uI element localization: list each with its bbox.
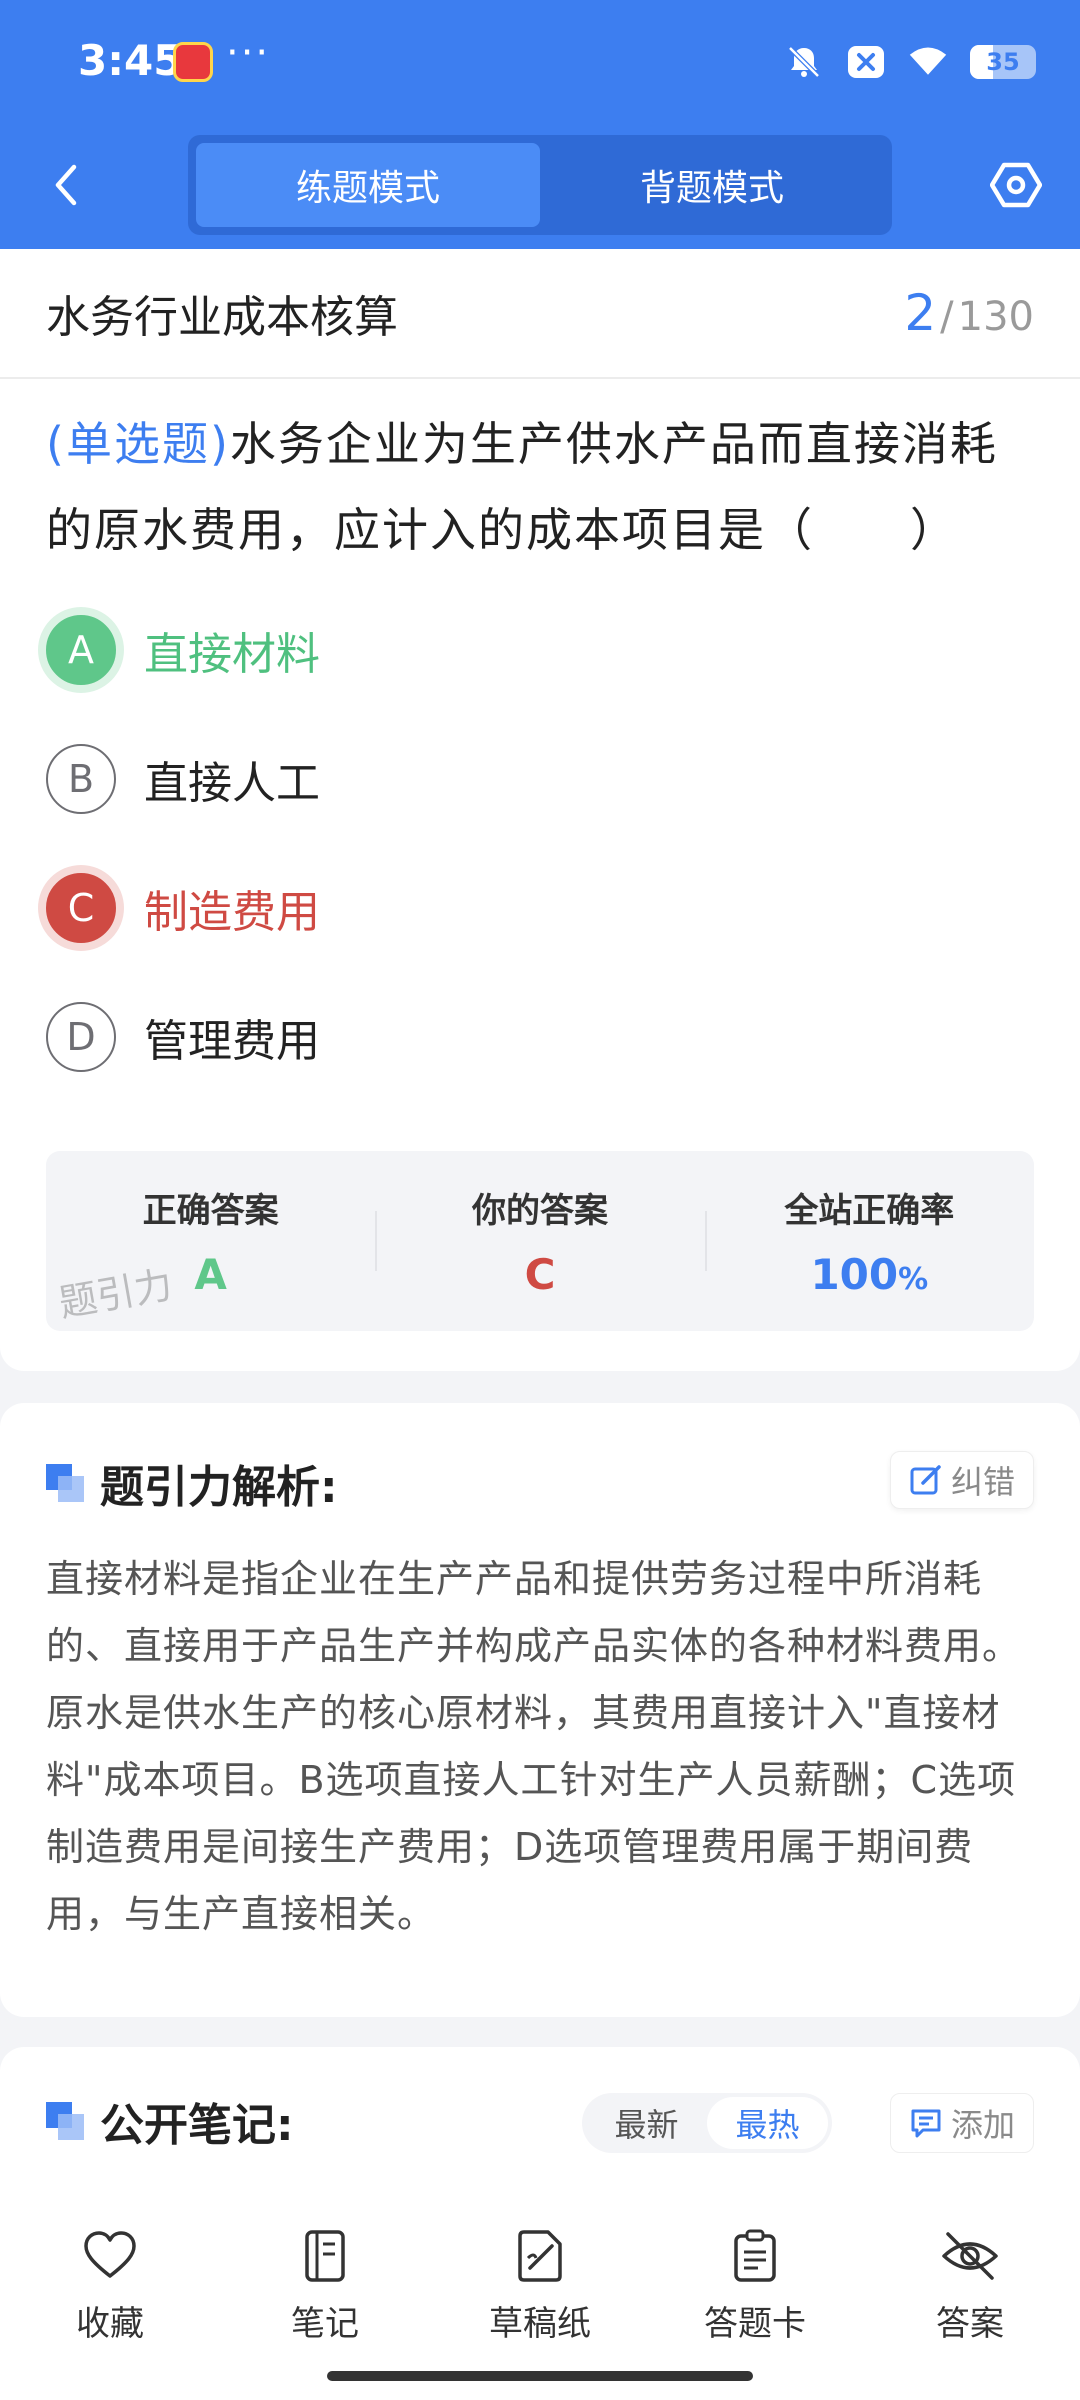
status-time: 3:45: [78, 36, 183, 85]
accuracy-unit: %: [898, 1262, 929, 1297]
add-note-button[interactable]: 添加: [889, 2093, 1034, 2153]
favorite-button[interactable]: 收藏: [30, 2190, 190, 2400]
nav-bar: 练题模式 背题模式: [0, 125, 1080, 249]
tab-practice-mode[interactable]: 练题模式: [196, 143, 540, 227]
your-answer-value: C: [524, 1250, 556, 1299]
question-category: 水务行业成本核算: [46, 292, 398, 343]
back-button[interactable]: [40, 155, 90, 215]
answer-sheet-icon: [725, 2226, 785, 2286]
question-separator: /: [940, 294, 954, 340]
sort-latest[interactable]: 最新: [586, 2097, 707, 2149]
notes-sort-switch: 最新 最热: [582, 2093, 832, 2153]
draft-paper-button[interactable]: 草稿纸: [460, 2190, 620, 2400]
option-d[interactable]: D 管理费用: [46, 972, 1034, 1101]
correct-answer-value: A: [194, 1250, 227, 1299]
analysis-title: 题引力解析:: [100, 1462, 338, 1513]
accuracy-stat: 全站正确率 100%: [704, 1151, 1034, 1331]
comment-icon: [911, 2109, 941, 2138]
battery-text: 35: [986, 48, 1020, 76]
question-text: (单选题)水务企业为生产供水产品而直接消耗的原水费用，应计入的成本项目是（ ）: [0, 379, 1080, 573]
show-answer-label: 答案: [936, 2304, 1004, 2344]
answer-sheet-label: 答题卡: [704, 2304, 806, 2344]
option-a[interactable]: A 直接材料: [46, 585, 1034, 714]
notes-header: 公开笔记:: [46, 2089, 294, 2153]
squares-icon: [46, 2102, 84, 2140]
answer-sheet-button[interactable]: 答题卡: [675, 2190, 835, 2400]
option-b[interactable]: B 直接人工: [46, 714, 1034, 843]
notes-button[interactable]: 笔记: [245, 2190, 405, 2400]
question-counter: 2 / 130: [904, 284, 1034, 342]
accuracy-value: 100%: [810, 1250, 928, 1299]
your-answer-label: 你的答案: [471, 1191, 608, 1231]
app-badge-icon: [173, 42, 213, 82]
answer-stats: 正确答案 A 你的答案 C 全站正确率 100% 题引力: [46, 1151, 1034, 1331]
options-list: A 直接材料 B 直接人工 C 制造费用 D 管理费用: [0, 573, 1080, 1101]
question-header: 水务行业成本核算 2 / 130: [0, 249, 1080, 379]
home-indicator[interactable]: [327, 2371, 753, 2381]
option-text: 制造费用: [144, 886, 320, 938]
option-text: 直接人工: [144, 757, 320, 809]
heart-icon: [80, 2226, 140, 2286]
analysis-text: 直接材料是指企业在生产产品和提供劳务过程中所消耗的、直接用于产品生产并构成产品实…: [46, 1557, 1022, 1936]
report-error-button[interactable]: 纠错: [889, 1451, 1034, 1509]
show-answer-button[interactable]: 答案: [890, 2190, 1050, 2400]
sort-hottest[interactable]: 最热: [707, 2097, 828, 2149]
option-text: 直接材料: [144, 628, 320, 680]
notebook-icon: [295, 2226, 355, 2286]
option-c[interactable]: C 制造费用: [46, 843, 1034, 972]
your-answer-stat: 你的答案 C: [375, 1151, 704, 1331]
x-badge-icon: [846, 42, 886, 82]
chevron-left-icon: [55, 164, 77, 206]
question-type: (单选题): [46, 417, 230, 471]
tab-recite-mode[interactable]: 背题模式: [540, 143, 884, 227]
accuracy-number: 100: [810, 1250, 899, 1299]
notes-title: 公开笔记:: [100, 2100, 294, 2151]
correct-answer-label: 正确答案: [142, 1191, 279, 1231]
report-error-label: 纠错: [950, 1463, 1015, 1501]
hexagon-settings-icon: [990, 162, 1042, 208]
top-bar: 3:45 ··· 35 练题模式 背题模式: [0, 0, 1080, 249]
battery-icon: 35: [970, 45, 1036, 79]
draft-paper-label: 草稿纸: [489, 2304, 591, 2344]
option-letter: D: [46, 1001, 116, 1072]
status-bar: 3:45 ··· 35: [0, 0, 1080, 125]
question-total: 130: [957, 294, 1034, 340]
option-letter: C: [46, 872, 116, 943]
settings-button[interactable]: [986, 155, 1046, 215]
mode-switch: 练题模式 背题模式: [188, 135, 892, 235]
analysis-card: 题引力解析: 纠错 直接材料是指企业在生产产品和提供劳务过程中所消耗的、直接用于…: [0, 1403, 1080, 2017]
add-note-label: 添加: [950, 2106, 1015, 2144]
edit-icon: [910, 1465, 941, 1495]
option-letter: A: [46, 614, 116, 685]
question-current: 2: [904, 284, 937, 342]
notes-label: 笔记: [291, 2304, 359, 2344]
analysis-header: 题引力解析:: [46, 1451, 338, 1515]
bell-muted-icon: [784, 42, 824, 82]
option-text: 管理费用: [144, 1015, 320, 1067]
wifi-icon: [908, 42, 948, 82]
status-icons: 35: [784, 38, 1036, 86]
eye-off-icon: [940, 2226, 1000, 2286]
squares-icon: [46, 1464, 84, 1502]
more-notifications-icon: ···: [226, 30, 271, 76]
option-letter: B: [46, 743, 116, 814]
bottom-toolbar: 收藏 笔记 草稿纸 答题卡 答案: [0, 2190, 1080, 2400]
favorite-label: 收藏: [76, 2304, 144, 2344]
question-card: 水务行业成本核算 2 / 130 (单选题)水务企业为生产供水产品而直接消耗的原…: [0, 249, 1080, 1371]
draft-pen-icon: [510, 2226, 570, 2286]
notes-card: 公开笔记: 最新 最热 添加 暂无公开笔记: [0, 2047, 1080, 2207]
accuracy-label: 全站正确率: [784, 1191, 955, 1231]
